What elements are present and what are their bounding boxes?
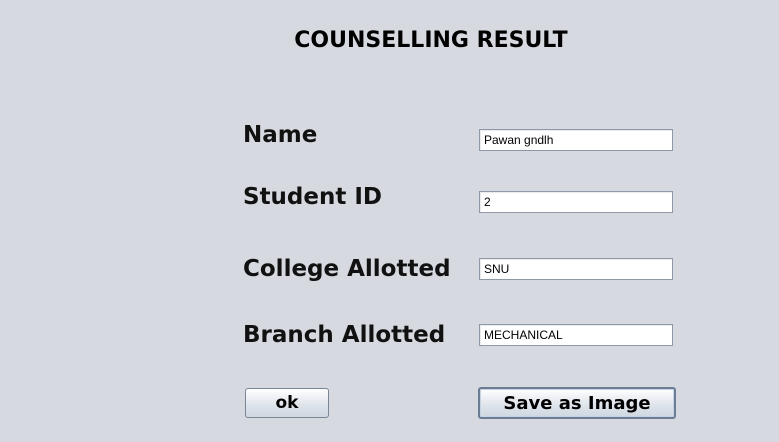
- name-label: Name: [243, 122, 318, 148]
- name-field[interactable]: Pawan gndlh: [479, 129, 673, 151]
- page-title: COUNSELLING RESULT: [294, 28, 568, 53]
- college-allotted-label: College Allotted: [243, 256, 451, 282]
- branch-allotted-label: Branch Allotted: [243, 322, 446, 348]
- branch-allotted-field[interactable]: MECHANICAL: [479, 324, 673, 346]
- student-id-label: Student ID: [243, 184, 383, 210]
- college-allotted-field[interactable]: SNU: [479, 258, 673, 280]
- student-id-field[interactable]: 2: [479, 191, 673, 213]
- ok-button[interactable]: ok: [245, 388, 329, 418]
- save-as-image-button[interactable]: Save as Image: [478, 387, 676, 419]
